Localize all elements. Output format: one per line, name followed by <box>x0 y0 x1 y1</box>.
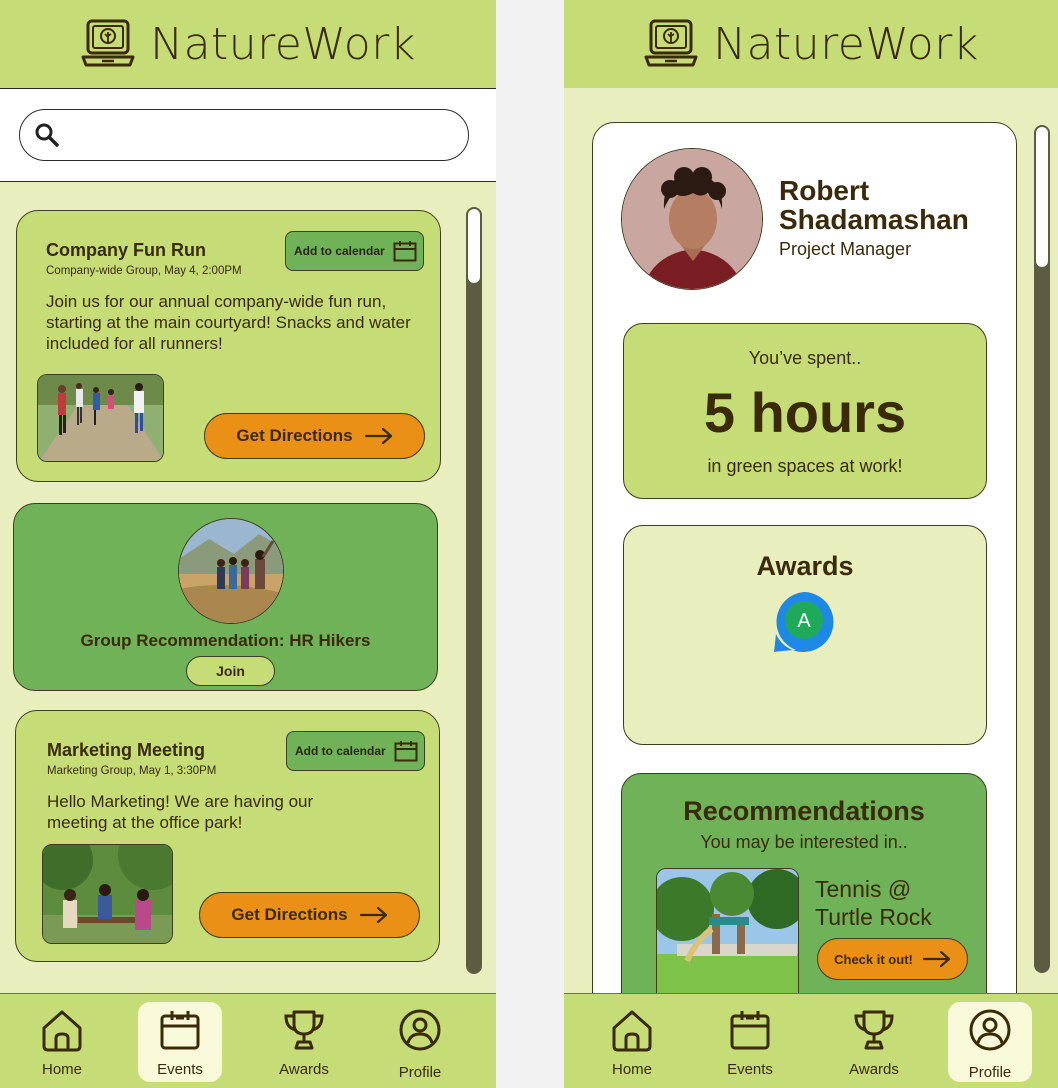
calendar-icon <box>393 241 417 262</box>
app-title: NatureWork <box>150 18 416 70</box>
awards-title: Awards <box>756 551 854 581</box>
event-photo-runners <box>37 374 164 462</box>
tab-events[interactable]: Events <box>708 1002 792 1082</box>
green-time-stat-card: You’ve spent.. 5 hours in green spaces a… <box>623 323 987 499</box>
stat-prefix: You’ve spent.. <box>748 348 862 368</box>
event-meta: Marketing Group, May 1, 3:30PM <box>47 765 217 777</box>
event-photo-meeting <box>42 844 173 944</box>
tab-label: Events <box>727 1061 773 1078</box>
award-badge-letter: A <box>797 610 811 632</box>
event-description: Join us for our annual company-wide fun … <box>46 292 411 353</box>
profile-screen: NatureWork Robert Shadamashan Project Ma… <box>564 0 1058 1088</box>
tab-profile[interactable]: Profile <box>378 1002 462 1082</box>
event-title: Company Fun Run <box>46 240 206 260</box>
laptop-tree-icon <box>644 19 698 67</box>
app-title: NatureWork <box>713 18 979 70</box>
app-header: NatureWork <box>564 0 1058 88</box>
trophy-icon <box>284 1010 324 1050</box>
app-header: NatureWork <box>0 0 496 88</box>
add-to-calendar-button[interactable]: Add to calendar <box>285 231 424 271</box>
events-screen: NatureWork Company Fun Run Company-wide … <box>0 0 496 1088</box>
award-badge[interactable]: A <box>772 590 836 654</box>
get-directions-label: Get Directions <box>231 905 348 924</box>
check-it-out-label: Check it out! <box>834 951 913 967</box>
tab-label: Events <box>157 1061 203 1078</box>
event-title: Marketing Meeting <box>47 740 206 760</box>
avatar <box>621 148 763 290</box>
arrow-right-icon <box>364 427 392 445</box>
get-directions-button[interactable]: Get Directions <box>204 413 425 459</box>
tab-bar: Home Events Awards Profile <box>0 993 496 1088</box>
scrollbar[interactable] <box>1034 125 1050 973</box>
scrollbar-thumb[interactable] <box>468 209 480 283</box>
check-it-out-button[interactable]: Check it out! <box>817 938 968 980</box>
profile-role: Project Manager <box>779 239 912 259</box>
arrow-right-icon <box>922 950 950 968</box>
home-icon <box>612 1010 652 1052</box>
person-icon <box>399 1009 441 1051</box>
person-icon <box>969 1009 1011 1051</box>
group-photo-hikers <box>178 518 284 624</box>
trophy-icon <box>854 1010 894 1050</box>
tab-home[interactable]: Home <box>590 1002 674 1082</box>
event-card: Company Fun Run Company-wide Group, May … <box>16 210 441 482</box>
scrollbar-thumb[interactable] <box>1036 127 1048 267</box>
tab-label: Profile <box>968 1064 1012 1081</box>
tab-awards[interactable]: Awards <box>262 1002 346 1082</box>
add-to-calendar-label: Add to calendar <box>294 244 385 258</box>
laptop-tree-icon <box>81 19 135 67</box>
event-meta: Company-wide Group, May 4, 2:00PM <box>46 265 242 277</box>
arrow-right-icon <box>359 906 387 924</box>
search-input[interactable] <box>19 109 469 161</box>
recommendation-photo-park <box>656 868 799 1008</box>
tab-label: Awards <box>849 1061 899 1078</box>
calendar-icon <box>160 1011 200 1050</box>
tab-events[interactable]: Events <box>138 1002 222 1082</box>
search-bar <box>0 88 496 182</box>
recommendations-title: Recommendations <box>683 796 925 826</box>
tab-label: Profile <box>398 1064 442 1081</box>
awards-card: Awards A <box>623 525 987 745</box>
tab-label: Home <box>611 1061 652 1078</box>
join-button[interactable]: Join <box>186 656 275 686</box>
get-directions-label: Get Directions <box>236 426 353 445</box>
scrollbar[interactable] <box>466 207 482 974</box>
profile-name: Robert Shadamashan <box>779 175 969 235</box>
add-to-calendar-button[interactable]: Add to calendar <box>286 731 425 771</box>
stat-value: 5 hours <box>703 381 907 444</box>
event-description: Hello Marketing! We are having our meeti… <box>47 792 314 832</box>
tab-label: Awards <box>279 1061 329 1078</box>
search-icon <box>35 123 59 147</box>
tab-home[interactable]: Home <box>20 1002 104 1082</box>
tab-awards[interactable]: Awards <box>832 1002 916 1082</box>
get-directions-button[interactable]: Get Directions <box>199 892 420 938</box>
tab-label: Home <box>41 1061 82 1078</box>
profile-panel: Robert Shadamashan Project Manager You’v… <box>592 122 1017 1022</box>
recommendations-subtitle: You may be interested in.. <box>700 832 908 852</box>
group-recommendation-title: Group Recommendation: HR Hikers <box>80 631 371 650</box>
group-recommendation-card: Group Recommendation: HR Hikers Join <box>13 503 438 691</box>
stat-suffix: in green spaces at work! <box>707 456 903 476</box>
add-to-calendar-label: Add to calendar <box>295 744 386 758</box>
tab-bar: Home Events Awards Profile <box>564 993 1058 1088</box>
calendar-icon <box>730 1011 770 1050</box>
calendar-icon <box>394 741 418 762</box>
event-card: Marketing Meeting Marketing Group, May 1… <box>15 710 440 962</box>
recommendation-place: Tennis @ Turtle Rock <box>815 876 932 930</box>
tab-profile[interactable]: Profile <box>948 1002 1032 1082</box>
home-icon <box>42 1010 82 1052</box>
recommendations-card: Recommendations You may be interested in… <box>621 773 987 1013</box>
